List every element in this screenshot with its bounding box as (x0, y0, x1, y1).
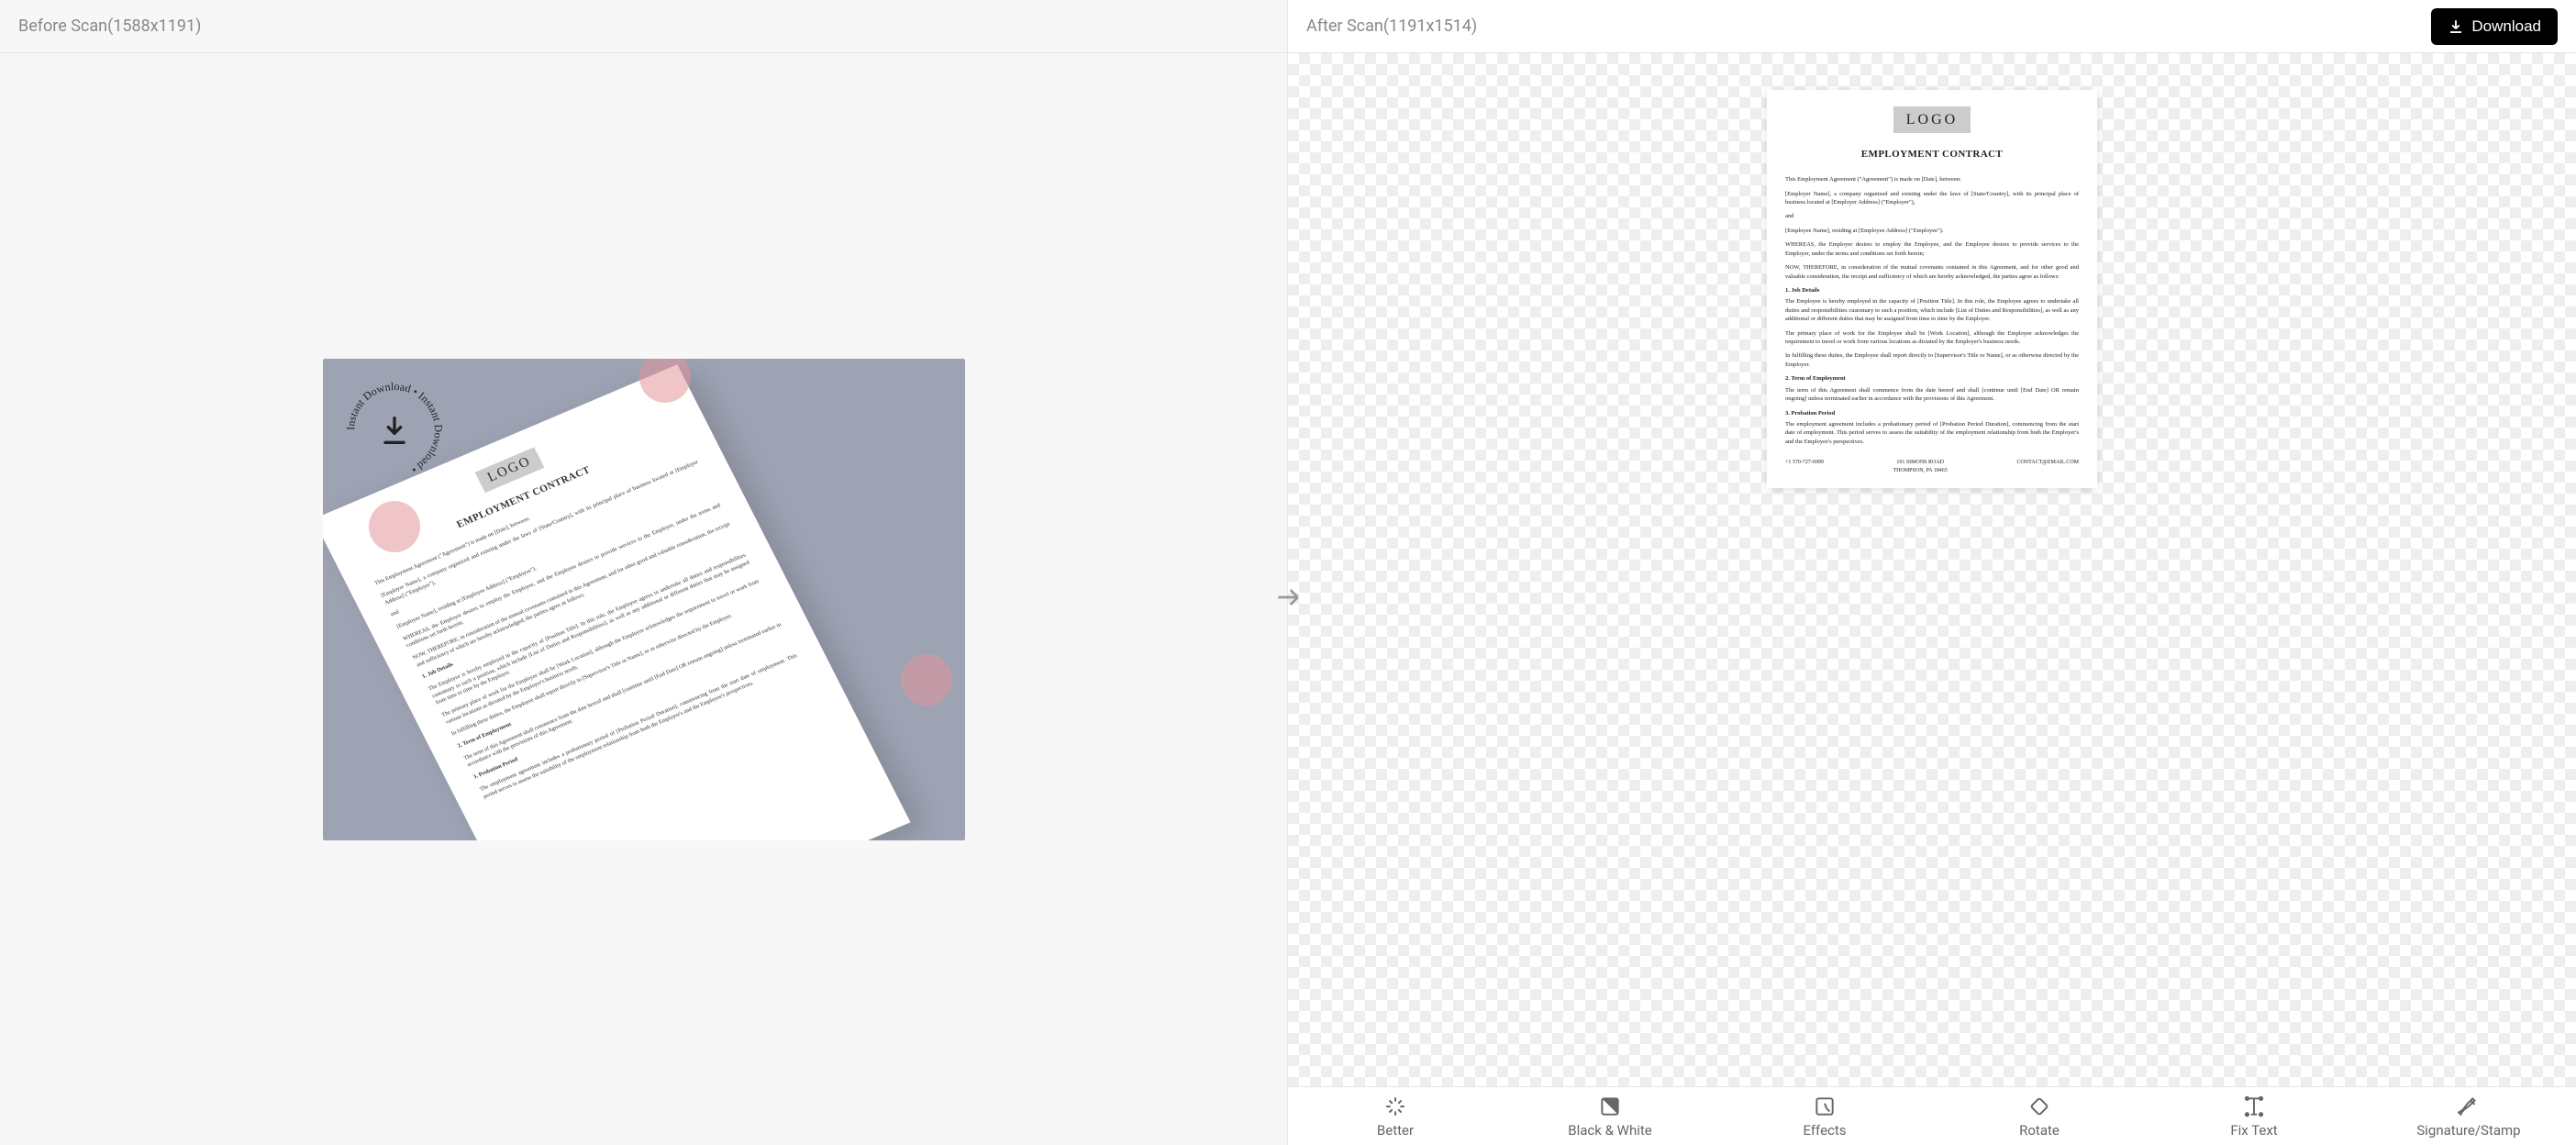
after-viewport[interactable]: LOGO EMPLOYMENT CONTRACT This Employment… (1288, 53, 2576, 1086)
effects-icon (1813, 1095, 1837, 1118)
footer-addr2: THOMPSON, PA 18465 (1893, 468, 1948, 473)
tool-label: Black & White (1568, 1122, 1651, 1139)
before-canvas[interactable]: Instant Download • Instant Download • LO… (323, 359, 965, 840)
after-document: LOGO EMPLOYMENT CONTRACT This Employment… (1767, 90, 2097, 488)
tool-label: Fix Text (2230, 1122, 2277, 1139)
footer-addr1: 101 SIMONS ROAD (1896, 460, 1944, 465)
tool-rotate[interactable]: Rotate (1932, 1087, 2147, 1145)
corner-handle-right[interactable] (901, 654, 952, 706)
doc-text: The Employee is hereby employed in the c… (1785, 297, 2079, 323)
doc-text: NOW, THEREFORE, in consideration of the … (1785, 263, 2079, 281)
header-bar: Before Scan(1588x1191) After Scan(1191x1… (0, 0, 2576, 53)
pen-icon (2457, 1095, 2481, 1118)
tool-better[interactable]: Better (1288, 1087, 1503, 1145)
contrast-icon (1598, 1095, 1622, 1118)
tool-label: Better (1377, 1122, 1414, 1139)
tool-label: Rotate (2019, 1122, 2060, 1139)
doc-text: The term of this Agreement shall commenc… (1785, 386, 2079, 404)
doc-section: 2. Term of Employment (1785, 374, 2079, 383)
doc-section: 1. Job Details (1785, 286, 2079, 295)
toolbar: Better Black & White Effects Rotate Fix … (1288, 1086, 2576, 1145)
footer-address: 101 SIMONS ROAD THOMPSON, PA 18465 (1893, 459, 1948, 474)
before-pane: Instant Download • Instant Download • LO… (0, 53, 1288, 1145)
doc-text: [Employee Name], residing at [Employee A… (1785, 227, 2079, 235)
after-header: After Scan(1191x1514) Download (1288, 0, 2576, 52)
tool-black-white[interactable]: Black & White (1503, 1087, 1717, 1145)
download-button[interactable]: Download (2431, 8, 2558, 45)
corner-handle-left[interactable] (369, 501, 420, 552)
tool-label: Signature/Stamp (2416, 1122, 2520, 1139)
doc-text: WHEREAS, the Employer desires to employ … (1785, 240, 2079, 258)
doc-section: 3. Probation Period (1785, 409, 2079, 417)
doc-text: The employment agreement includes a prob… (1785, 420, 2079, 446)
doc-text: [Employer Name], a company organized and… (1785, 190, 2079, 207)
download-arrow-icon (376, 412, 413, 449)
main-panes: Instant Download • Instant Download • LO… (0, 53, 2576, 1145)
text-icon (2242, 1095, 2266, 1118)
footer-phone: +1 570-727-6999 (1785, 459, 1824, 474)
footer-email: CONTACT@EMAIL.COM (2016, 459, 2079, 474)
doc-logo: LOGO (1893, 106, 1971, 133)
app-root: Before Scan(1588x1191) After Scan(1191x1… (0, 0, 2576, 1145)
tool-signature-stamp[interactable]: Signature/Stamp (2361, 1087, 2576, 1145)
tool-fix-text[interactable]: Fix Text (2147, 1087, 2361, 1145)
after-pane: LOGO EMPLOYMENT CONTRACT This Employment… (1288, 53, 2576, 1145)
corner-handle-top[interactable] (639, 359, 691, 403)
download-label: Download (2471, 17, 2541, 36)
rotate-icon (2027, 1095, 2051, 1118)
tool-label: Effects (1803, 1122, 1846, 1139)
after-label: After Scan(1191x1514) (1306, 17, 1477, 36)
doc-footer: +1 570-727-6999 101 SIMONS ROAD THOMPSON… (1785, 459, 2079, 474)
download-icon (2448, 18, 2464, 35)
before-label: Before Scan(1588x1191) (18, 17, 201, 36)
doc-text: The primary place of work for the Employ… (1785, 329, 2079, 347)
doc-text: This Employment Agreement ("Agreement") … (1785, 175, 2079, 183)
before-header: Before Scan(1588x1191) (0, 0, 1288, 52)
arrow-icon (1273, 583, 1303, 616)
doc-title: EMPLOYMENT CONTRACT (1785, 148, 2079, 162)
tool-effects[interactable]: Effects (1717, 1087, 1932, 1145)
sparkle-icon (1383, 1095, 1407, 1118)
doc-text: In fulfilling these duties, the Employee… (1785, 351, 2079, 369)
doc-text: and (1785, 212, 2079, 220)
